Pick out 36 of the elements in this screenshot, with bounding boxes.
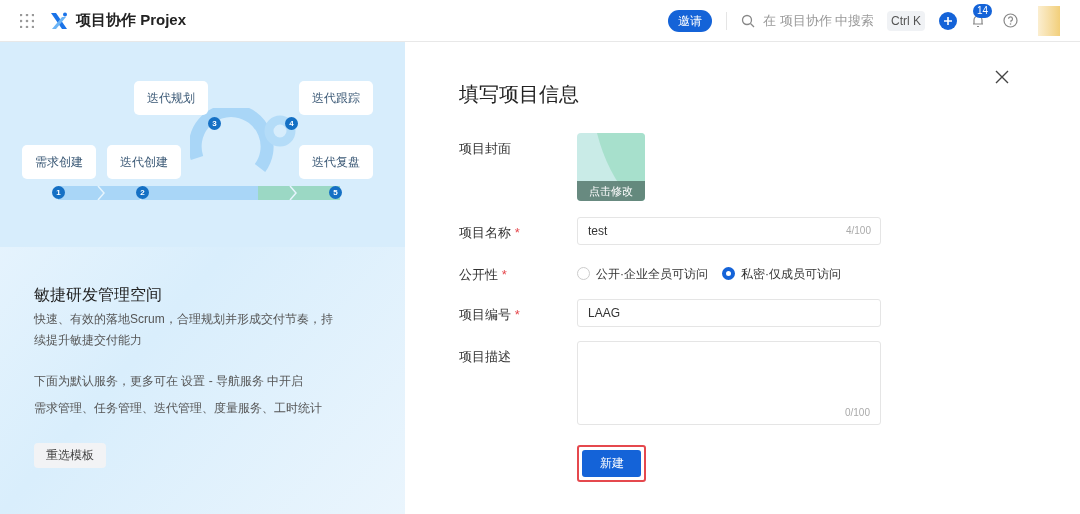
- step-card: 需求创建: [22, 145, 96, 179]
- template-description: 快速、有效的落地Scrum，合理规划并形成交付节奏，持续提升敏捷交付能力: [34, 311, 334, 349]
- field-label: 项目名称 *: [459, 225, 520, 240]
- project-code-field[interactable]: LAAG: [577, 298, 881, 327]
- field-label: 公开性 *: [459, 267, 507, 282]
- field-label: 项目编号 *: [459, 306, 520, 322]
- app-title: 项目协作 Projex: [76, 10, 187, 31]
- plus-icon: [944, 16, 952, 25]
- field-label: 项目描述: [459, 348, 511, 364]
- services-note: 下面为默认服务，更多可在 设置 - 导航服务 中开启: [34, 373, 305, 390]
- step-card: 迭代规划: [134, 81, 208, 115]
- form-title: 填写项目信息: [459, 82, 580, 107]
- cover-picker[interactable]: 点击修改: [577, 133, 645, 201]
- services-list: 需求管理、任务管理、迭代管理、度量服务、工时统计: [34, 399, 371, 417]
- character-counter: 4/100: [845, 224, 871, 238]
- step-card: 迭代跟踪: [299, 81, 373, 115]
- step-card: 迭代复盘: [299, 145, 373, 179]
- shortcut-key: Ctrl K: [887, 10, 925, 31]
- close-icon[interactable]: [995, 70, 1009, 84]
- search-field[interactable]: 在 项目协作 中搜索: [741, 10, 881, 31]
- character-counter: 0/100: [844, 405, 870, 420]
- logo-icon: [50, 11, 68, 30]
- notification-badge: 14: [973, 3, 993, 18]
- reselect-template-button[interactable]: 重选模板: [34, 442, 106, 468]
- invite-button[interactable]: 邀请: [668, 9, 712, 32]
- app-grid-icon[interactable]: [20, 13, 34, 28]
- visibility-radio[interactable]: 公开·企业全员可访问: [577, 264, 708, 283]
- cover-edit-label: 点击修改: [589, 183, 633, 199]
- search-icon: [741, 13, 755, 28]
- add-button[interactable]: [939, 11, 957, 30]
- help-icon[interactable]: [1003, 13, 1018, 28]
- visibility-radio[interactable]: 私密·仅成员可访问: [722, 264, 841, 283]
- step-card: 迭代创建: [107, 145, 181, 179]
- create-button[interactable]: 新建: [582, 449, 641, 477]
- field-label: 项目封面: [459, 141, 511, 156]
- template-title: 敏捷研发管理空间: [34, 285, 163, 305]
